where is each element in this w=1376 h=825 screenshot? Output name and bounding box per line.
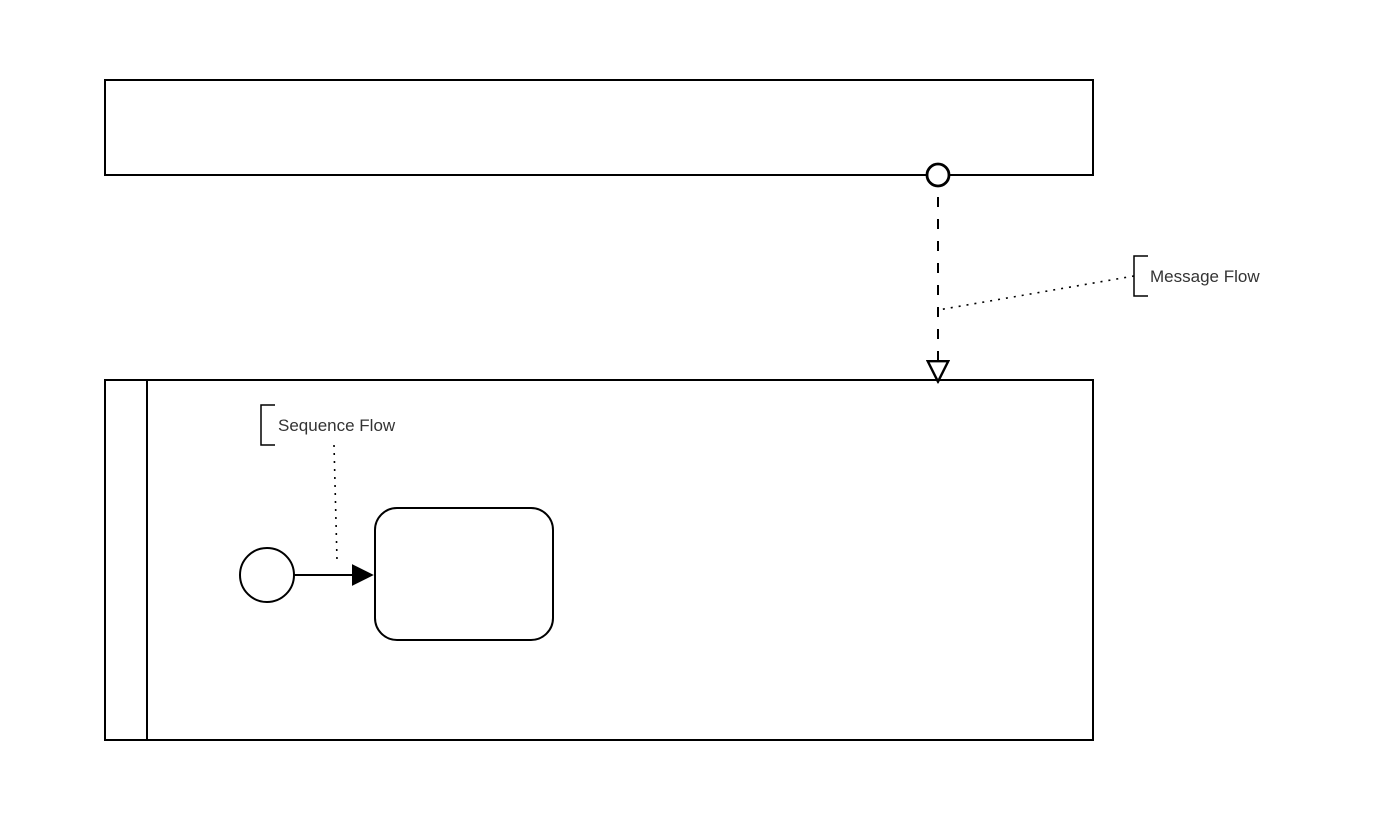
pool-top [105,80,1093,175]
start-event [240,548,294,602]
task-activity [375,508,553,640]
annotation-message-flow: Message Flow [938,256,1260,310]
bpmn-diagram: Message Flow Sequence Flow [0,0,1376,825]
annotation-message-flow-label: Message Flow [1150,267,1260,286]
pool-bottom [105,380,1093,740]
annotation-sequence-flow-label: Sequence Flow [278,416,396,435]
